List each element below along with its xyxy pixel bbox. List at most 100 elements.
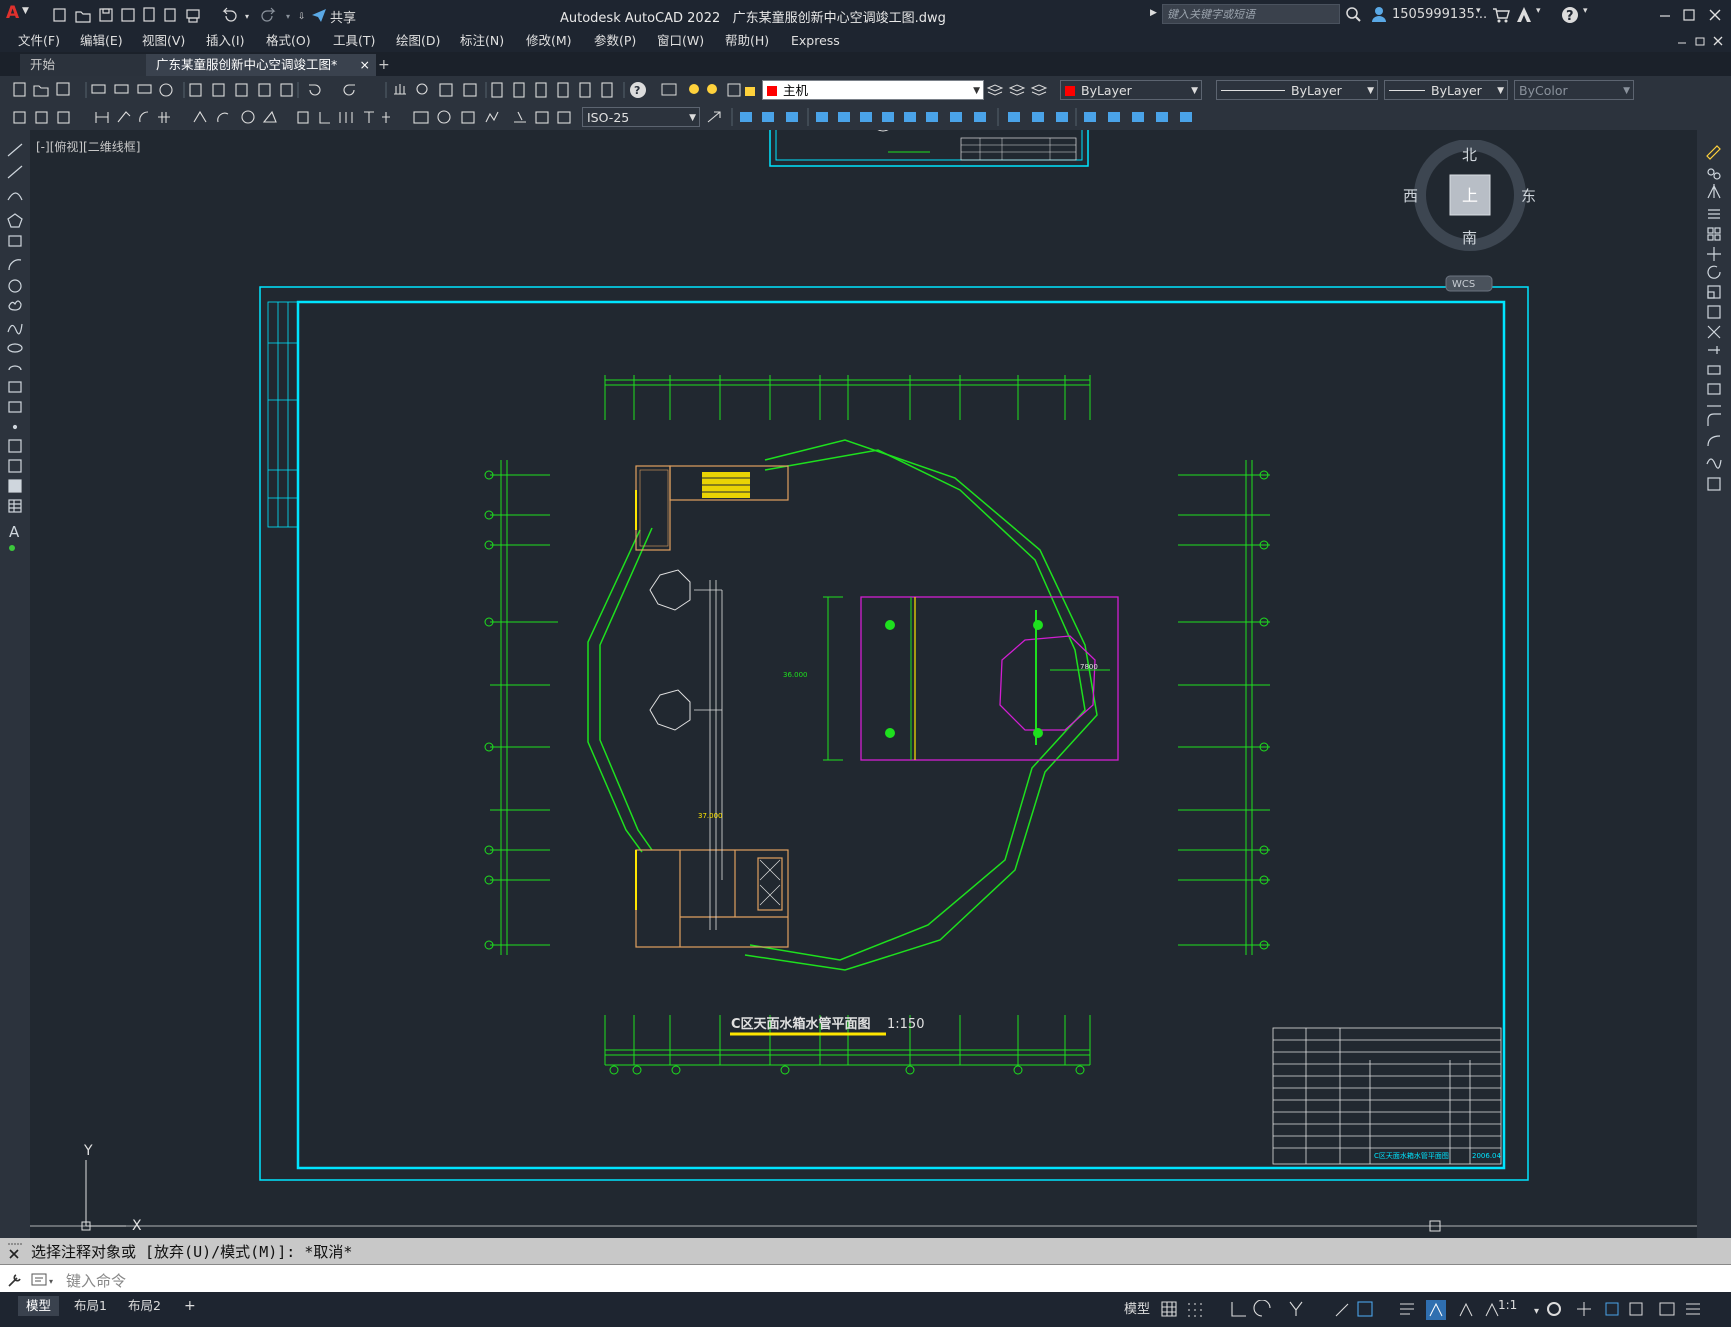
object-snap-icon [1357,1301,1373,1317]
region-icon [8,479,22,493]
menu-view[interactable]: 视图(V) [142,30,185,52]
menu-help[interactable]: 帮助(H) [725,30,769,52]
menu-draw[interactable]: 绘图(D) [396,30,440,52]
tab-model[interactable]: 模型 [18,1296,60,1316]
menu-modify[interactable]: 修改(M) [526,30,572,52]
erase-icon [1706,145,1721,160]
trim-icon [1707,325,1721,339]
doc-close-icon [1713,36,1723,46]
chevron-down-icon: ▼ [1497,86,1504,96]
layer-color-swatch-icon [767,86,777,96]
tank-dim-text: 7800 [1080,663,1098,671]
menu-file[interactable]: 文件(F) [18,30,60,52]
new-tab-button[interactable]: + [368,54,400,76]
menu-tools[interactable]: 工具(T) [333,30,375,52]
plotstyle-dropdown[interactable]: ByColor ▼ [1514,80,1634,100]
autocad-logo-icon[interactable]: A [6,3,19,23]
drawing-canvas[interactable]: [-][俯视][二维线框] 7800 36.000 37.000 C区天面水箱水… [30,130,1697,1238]
isolate-objects-icon [1605,1302,1619,1316]
search-input[interactable]: 键入关键字或短语 [1162,4,1340,24]
command-close-icon[interactable] [6,1242,24,1260]
help-chevron-icon[interactable]: ▾ [1583,6,1588,26]
menu-window[interactable]: 窗口(W) [657,30,704,52]
titleblock-date: 2006.04 [1472,1152,1501,1160]
compass-south: 南 [1462,229,1477,247]
clean-screen-icon [1659,1302,1675,1316]
workspace-gear-icon [1547,1302,1561,1316]
layer-tools-icons[interactable] [986,82,1056,100]
rectangle-icon [8,235,22,247]
quick-access-toolbar: ▾ ▾ ⇩ [53,7,326,23]
user-name[interactable]: 1505999135... [1392,7,1487,27]
app-menu-chevron-icon[interactable]: ▼ [22,6,29,26]
command-input[interactable]: 键入命令 [66,1270,126,1291]
ucs-icon [81,1160,126,1231]
chevron-down-icon: ▼ [1191,86,1198,96]
search-expand-icon[interactable]: ▶ [1150,8,1157,28]
elevator-shafts [759,859,781,906]
doc-restore-icon [1695,37,1705,46]
wcs-label: WCS [1452,279,1475,290]
lineweight-icon [1400,1303,1414,1315]
linetype-dropdown[interactable]: ByLayer ▼ [1216,80,1378,100]
menu-dimension[interactable]: 标注(N) [460,30,504,52]
line-tool-icon [7,143,23,157]
share-button[interactable]: 共享 [330,7,356,27]
save-icon [99,8,113,22]
tab-start[interactable]: 开始 [20,54,150,76]
user-icon[interactable] [1370,5,1388,23]
status-bar: 模型 布局1 布局2 + 模型 ▾ 1:1 [0,1292,1731,1327]
explode-icon [1707,477,1721,491]
lineweight-value: ByLayer [1431,83,1482,98]
recent-commands-icon[interactable]: ▾ [30,1272,60,1288]
autodesk-app-icon[interactable] [1515,6,1533,24]
draw-tool-icons[interactable]: A [6,142,26,602]
share-icon [312,9,326,22]
color-value: ByLayer [1081,83,1132,98]
menu-edit[interactable]: 编辑(E) [80,30,123,52]
file-name: 广东某童服创新中心空调竣工图.dwg [732,11,946,26]
modify-toolbar [1697,130,1731,1238]
help-icon[interactable]: ? [1561,6,1579,24]
tab-layout1[interactable]: 布局1 [66,1296,115,1316]
viewcube[interactable]: 上 北 南 西 东 WCS [1400,140,1540,300]
gradient-icon [8,459,22,473]
layer-dropdown[interactable]: 主机 ▼ [762,80,984,100]
insert-block-icon [8,381,22,393]
tab-drawing-label: 广东某童服创新中心空调竣工图* [156,57,338,72]
cart-icon[interactable] [1492,7,1510,23]
menu-format[interactable]: 格式(O) [266,30,311,52]
fillet-icon [1707,435,1721,447]
dimension-modify-toolbar: ISO-25 ▼ [0,104,1731,131]
command-line[interactable]: ▾ 键入命令 [0,1264,1731,1293]
dimension-style-dropdown[interactable]: ISO-25 ▼ [582,107,700,127]
search-icon[interactable] [1346,7,1362,23]
copy-icon [1707,168,1715,176]
grid-axis-bubbles [484,470,1269,1075]
stretch-icon [1707,305,1721,319]
modify-tool-icons[interactable] [1705,144,1725,544]
color-dropdown[interactable]: ByLayer ▼ [1060,80,1202,100]
menu-express[interactable]: Express [791,30,840,52]
add-layout-button[interactable]: + [176,1296,204,1316]
svg-text:▾: ▾ [286,12,290,21]
tab-drawing[interactable]: 广东某童服创新中心空调竣工图* × [146,54,376,76]
annotation-scale-value[interactable]: 1:1 [1498,1298,1517,1312]
autoscale-icon [1459,1302,1473,1317]
annotation-scale-icon [1485,1302,1499,1317]
app-store-chevron-icon[interactable]: ▾ [1536,6,1541,26]
revcloud-icon [8,300,22,311]
lineweight-dropdown[interactable]: ByLayer ▼ [1384,80,1508,100]
break-icon [1707,383,1721,395]
menu-insert[interactable]: 插入(I) [206,30,244,52]
stair-core-bottom [635,849,789,948]
model-space-button[interactable]: 模型 [1124,1298,1150,1317]
tab-layout2[interactable]: 布局2 [120,1296,169,1316]
save-web-icon [164,8,176,22]
extend-icon [1708,346,1720,354]
menu-parametric[interactable]: 参数(P) [594,30,636,52]
user-menu-chevron-icon[interactable]: ▾ [1476,6,1481,26]
add-selected-icon [9,545,15,551]
customize-wrench-icon[interactable] [6,1271,24,1289]
chevron-down-icon: ▼ [1623,86,1630,96]
